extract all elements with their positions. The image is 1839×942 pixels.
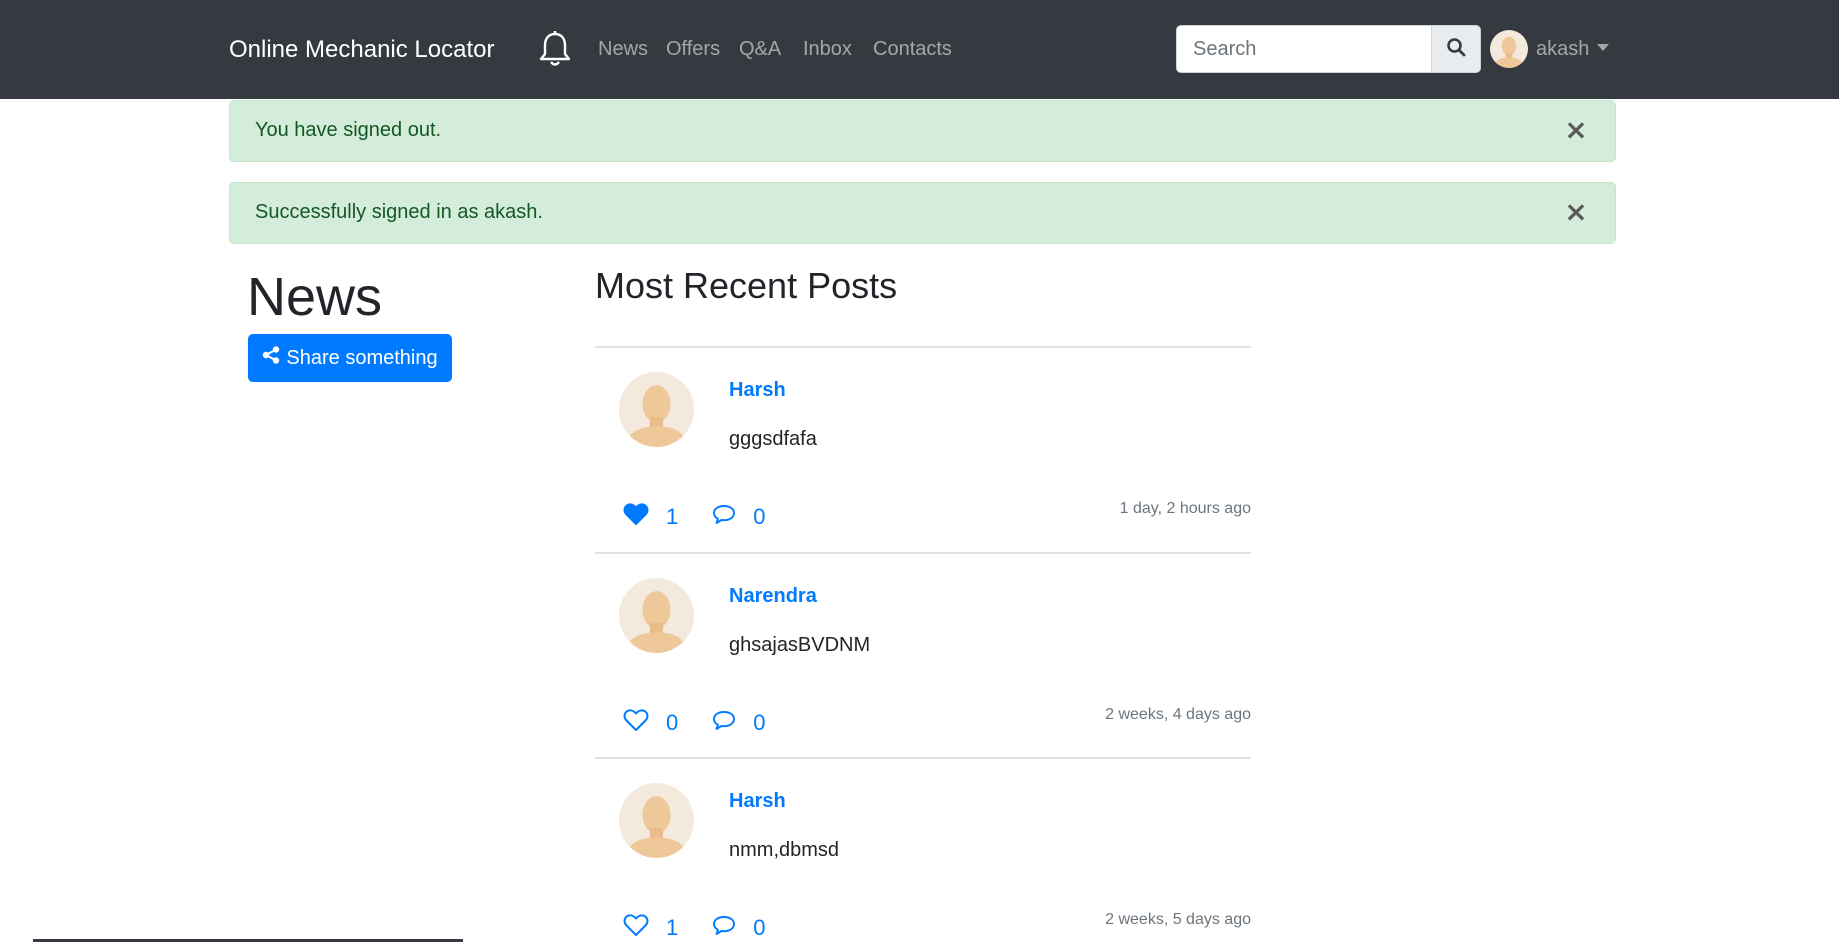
post-timestamp: 2 weeks, 5 days ago [1105,911,1251,928]
share-icon [262,346,286,370]
like-button[interactable]: 1 [623,502,678,532]
nav-link-contacts[interactable]: Contacts [873,38,952,61]
comment-button[interactable]: 0 [712,503,766,531]
nav-link-news[interactable]: News [598,38,648,61]
alert-signed-out: You have signed out. × [229,100,1616,162]
nav-link-qa[interactable]: Q&A [739,38,781,61]
avatar[interactable] [619,372,694,447]
post-actions: 1 0 [623,913,766,942]
page-title: News [247,267,383,327]
nav-link-inbox[interactable]: Inbox [803,38,852,61]
comment-button[interactable]: 0 [712,914,766,942]
search-button[interactable] [1431,25,1481,73]
alert-message: Successfully signed in as akash. [255,201,543,223]
post-author-link[interactable]: Narendra [729,585,817,608]
comment-icon [712,503,736,531]
search-icon [1446,37,1466,62]
avatar[interactable] [619,578,694,653]
username-label: akash [1536,37,1590,60]
bell-icon[interactable] [538,30,572,68]
avatar [1490,30,1528,68]
like-count: 1 [666,504,679,529]
brand-link[interactable]: Online Mechanic Locator [229,36,494,64]
post-timestamp: 1 day, 2 hours ago [1119,500,1251,517]
post-content: nmm,dbmsd [729,839,840,861]
post-content: ghsajasBVDNM [729,634,871,656]
post-item: Harsh gggsdfafa 1 0 1 day, 2 hours ago [595,346,1251,552]
post-actions: 0 0 [623,708,766,738]
like-count: 1 [666,915,679,940]
post-item: Narendra ghsajasBVDNM 0 0 2 weeks, 4 day… [595,552,1251,758]
section-title: Most Recent Posts [595,265,898,306]
comment-icon [712,709,736,737]
post-actions: 1 0 [623,502,766,532]
comment-count: 0 [753,915,766,940]
alert-message: You have signed out. [255,119,442,141]
post-timestamp: 2 weeks, 4 days ago [1105,706,1251,723]
search-input[interactable] [1176,25,1431,73]
like-button[interactable]: 1 [623,913,678,942]
nav-link-offers[interactable]: Offers [666,38,720,61]
post-author-link[interactable]: Harsh [729,790,786,813]
post-author-link[interactable]: Harsh [729,379,786,402]
user-menu-toggle[interactable]: akash [1490,29,1610,69]
alert-signed-in: Successfully signed in as akash. × [229,182,1616,244]
heart-icon [623,708,649,738]
share-button-label: Share something [286,346,438,369]
close-icon[interactable]: × [1563,116,1589,144]
heart-icon [623,502,649,532]
chevron-down-icon [1597,43,1610,51]
like-count: 0 [666,710,679,735]
search-form [1176,25,1481,73]
share-something-button[interactable]: Share something [248,334,452,382]
comment-count: 0 [753,710,766,735]
like-button[interactable]: 0 [623,708,678,738]
comment-icon [712,914,736,942]
close-icon[interactable]: × [1563,198,1589,226]
comment-count: 0 [753,504,766,529]
comment-button[interactable]: 0 [712,709,766,737]
navbar: Online Mechanic Locator News Offers Q&A … [0,0,1839,99]
avatar[interactable] [619,783,694,858]
post-item: Harsh nmm,dbmsd 1 0 2 weeks, 5 days ago [595,757,1251,942]
heart-icon [623,913,649,942]
post-content: gggsdfafa [729,428,817,450]
